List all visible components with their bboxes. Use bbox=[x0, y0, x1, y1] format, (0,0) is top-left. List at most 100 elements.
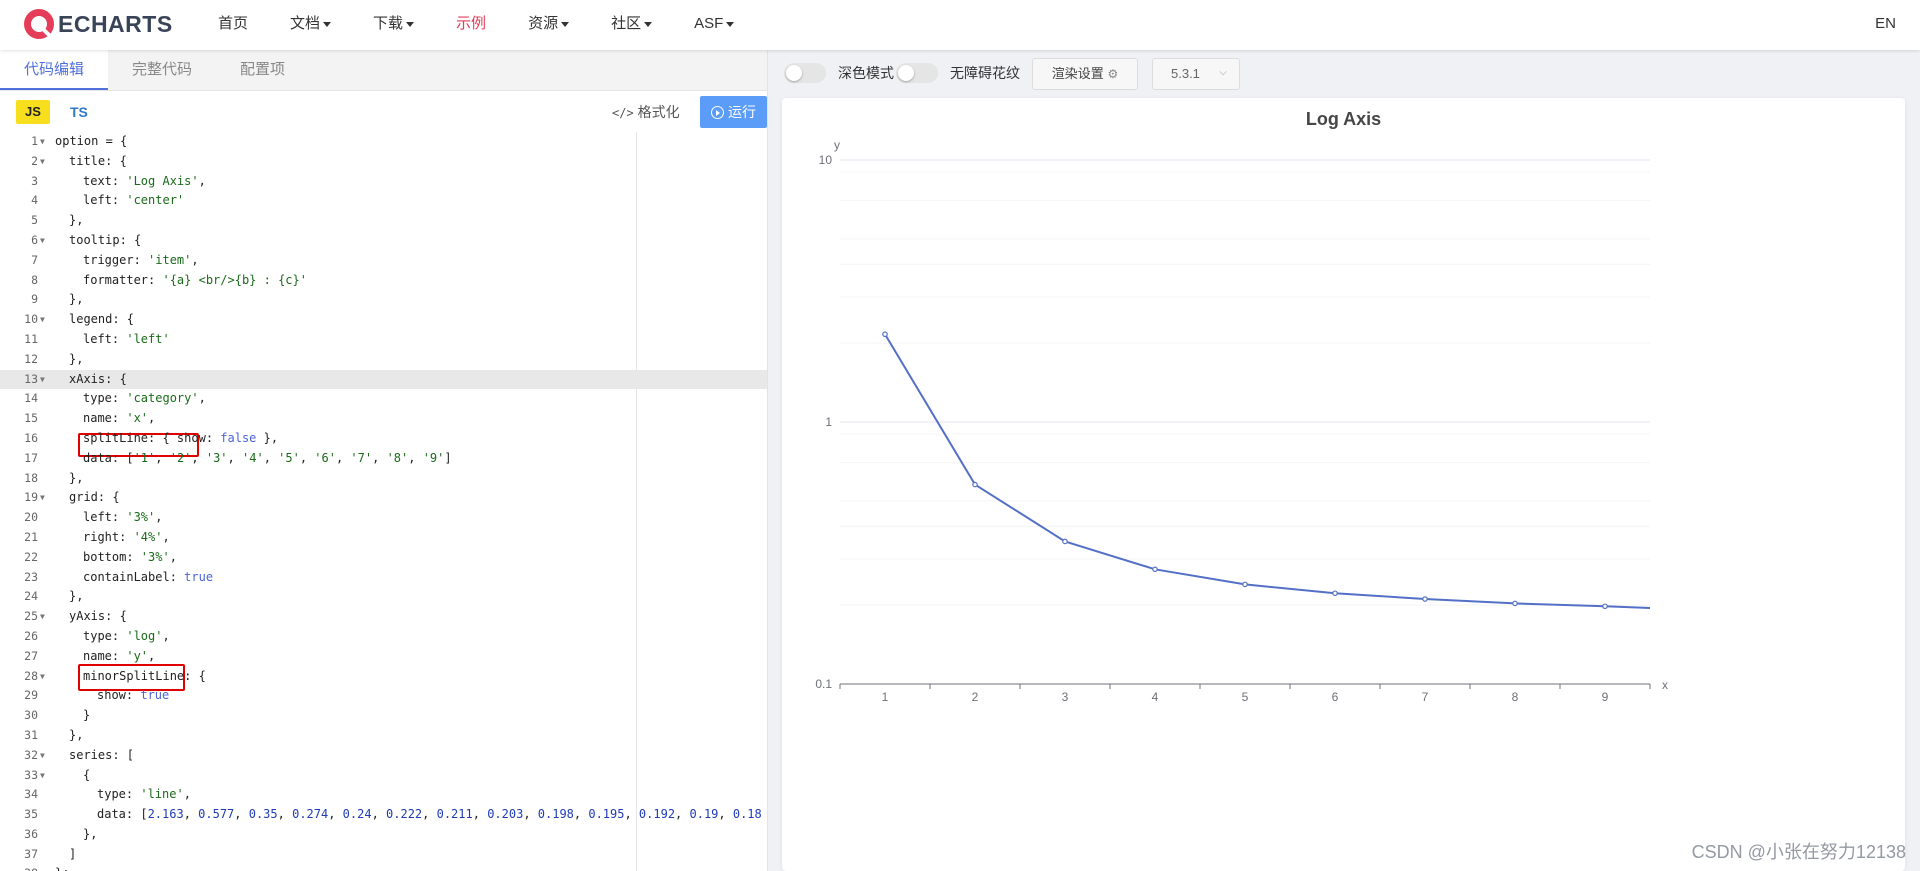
code-line[interactable]: 24}, bbox=[0, 587, 767, 607]
preview-toolbar: 深色模式 无障碍花纹 渲染设置 ⚙ 5.3.1 ⌵ bbox=[768, 50, 1920, 96]
code-line[interactable]: 5}, bbox=[0, 211, 767, 231]
code-line[interactable]: 14 type: 'category', bbox=[0, 389, 767, 409]
code-line[interactable]: 30} bbox=[0, 706, 767, 726]
line-number: 30 bbox=[24, 708, 38, 723]
fold-arrow-icon[interactable]: ▼ bbox=[40, 152, 45, 172]
code-line[interactable]: 31}, bbox=[0, 726, 767, 746]
nav-item[interactable]: 社区 bbox=[611, 0, 672, 50]
code-line[interactable]: 26 type: 'log', bbox=[0, 627, 767, 647]
language-switch[interactable]: EN bbox=[1875, 0, 1896, 48]
line-number: 10 bbox=[24, 312, 38, 327]
fold-arrow-icon[interactable]: ▼ bbox=[40, 488, 45, 508]
nav-item[interactable]: 示例 bbox=[456, 0, 506, 50]
code-line[interactable]: 23 containLabel: true bbox=[0, 568, 767, 588]
code-line[interactable]: 13 ▼ xAxis: { bbox=[0, 369, 767, 390]
fold-arrow-icon[interactable]: ▼ bbox=[40, 607, 45, 627]
code-token: , bbox=[227, 450, 242, 465]
x-tick-label: 1 bbox=[882, 690, 889, 704]
code-text: trigger: 'item', bbox=[83, 251, 199, 271]
code-token: type: bbox=[83, 391, 127, 406]
code-line[interactable]: 25 ▼ yAxis: { bbox=[0, 607, 767, 627]
editor-tab[interactable]: 完整代码 bbox=[108, 50, 216, 90]
code-line[interactable]: 1 ▼ option = { bbox=[0, 132, 767, 152]
code-token: 'Log Axis' bbox=[126, 173, 199, 188]
code-line[interactable]: 34 type: 'line', bbox=[0, 785, 767, 805]
code-line[interactable]: 28 ▼ minorSplitLine: { bbox=[0, 667, 767, 687]
code-token: series: [ bbox=[69, 747, 135, 762]
code-line[interactable]: 12}, bbox=[0, 350, 767, 370]
code-line[interactable]: 36}, bbox=[0, 825, 767, 845]
fold-arrow-icon[interactable]: ▼ bbox=[40, 370, 45, 390]
render-settings-button[interactable]: 渲染设置 ⚙ bbox=[1032, 58, 1138, 90]
fold-arrow-icon[interactable]: ▼ bbox=[40, 746, 45, 766]
code-line[interactable]: 27 name: 'y', bbox=[0, 647, 767, 667]
code-line[interactable]: 18}, bbox=[0, 469, 767, 489]
code-token: , bbox=[234, 807, 249, 822]
chart-container: 0.1 1 10 1 2 3 4 5 6 7 8 9 x y Log Axis bbox=[782, 98, 1905, 871]
x-tick-label: 4 bbox=[1152, 690, 1159, 704]
code-token: grid: { bbox=[69, 490, 120, 505]
fold-arrow-icon[interactable]: ▼ bbox=[40, 766, 45, 786]
code-line[interactable]: 11 left: 'left' bbox=[0, 330, 767, 350]
code-line[interactable]: 17 data: ['1', '2', '3', '4', '5', '6', '… bbox=[0, 449, 767, 469]
code-line[interactable]: 10 ▼ legend: { bbox=[0, 310, 767, 330]
code-line[interactable]: 19 ▼ grid: { bbox=[0, 488, 767, 508]
fold-arrow-icon[interactable]: ▼ bbox=[40, 132, 45, 152]
version-select[interactable]: 5.3.1 ⌵ bbox=[1152, 58, 1240, 90]
code-token: , bbox=[624, 807, 639, 822]
code-line[interactable]: 32 ▼ series: [ bbox=[0, 746, 767, 766]
nav-item-label: 资源 bbox=[528, 15, 559, 32]
code-line[interactable]: 2 ▼ title: { bbox=[0, 152, 767, 172]
nav-item[interactable]: 下载 bbox=[373, 0, 434, 50]
nav-item[interactable]: ASF bbox=[694, 0, 754, 50]
code-line[interactable]: 4 left: 'center' bbox=[0, 191, 767, 211]
format-button[interactable]: </> 格式化 bbox=[612, 100, 680, 124]
code-token: , bbox=[148, 648, 156, 663]
js-toggle[interactable]: JS bbox=[16, 100, 50, 124]
code-editor-pane: 代码编辑 完整代码 配置项 JS TS </> 格式化 运行 1 ▼ option = … bbox=[0, 50, 768, 871]
chart-title: Log Axis bbox=[1306, 109, 1381, 129]
code-token: , bbox=[155, 450, 170, 465]
code-line[interactable]: 35 data: [2.163, 0.577, 0.35, 0.274, 0.24… bbox=[0, 805, 767, 825]
code-area[interactable]: 1 ▼ option = {2 ▼ title: {3 text: 'Log Axis',… bbox=[0, 132, 767, 871]
code-line[interactable]: 33 ▼ { bbox=[0, 766, 767, 786]
dark-mode-toggle[interactable] bbox=[784, 63, 826, 83]
code-token: name: bbox=[83, 411, 127, 426]
code-text: { bbox=[83, 766, 90, 786]
nav-item[interactable]: 文档 bbox=[290, 0, 351, 50]
code-line[interactable]: 22 bottom: '3%', bbox=[0, 548, 767, 568]
ts-toggle[interactable]: TS bbox=[70, 100, 88, 124]
code-line[interactable]: 21 right: '4%', bbox=[0, 528, 767, 548]
code-token: , bbox=[162, 529, 170, 544]
data-point bbox=[1242, 581, 1248, 588]
nav-item[interactable]: 资源 bbox=[528, 0, 589, 50]
run-button[interactable]: 运行 bbox=[700, 96, 767, 128]
fold-arrow-icon[interactable]: ▼ bbox=[40, 310, 45, 330]
fold-arrow-icon[interactable]: ▼ bbox=[40, 667, 45, 687]
code-line[interactable]: 9}, bbox=[0, 290, 767, 310]
editor-tab[interactable]: 配置项 bbox=[216, 50, 309, 90]
code-line[interactable]: 15 name: 'x', bbox=[0, 409, 767, 429]
editor-tab[interactable]: 代码编辑 bbox=[0, 50, 109, 90]
code-token: 'y' bbox=[126, 648, 149, 663]
code-line[interactable]: 20 left: '3%', bbox=[0, 508, 767, 528]
code-line[interactable]: 3 text: 'Log Axis', bbox=[0, 172, 767, 192]
code-token: 'line' bbox=[140, 787, 184, 802]
nav-item[interactable]: 首页 bbox=[218, 0, 268, 50]
code-text: minorSplitLine: { bbox=[83, 667, 206, 687]
data-point bbox=[1332, 590, 1338, 597]
code-line[interactable]: 6 ▼ tooltip: { bbox=[0, 231, 767, 251]
code-line[interactable]: 38}; bbox=[0, 864, 767, 871]
line-number: 35 bbox=[24, 807, 38, 822]
code-line[interactable]: 29 show: true bbox=[0, 686, 767, 706]
data-point bbox=[1512, 600, 1518, 607]
code-line[interactable]: 16 splitLine: { show: false }, bbox=[0, 429, 767, 449]
code-line[interactable]: 37] bbox=[0, 845, 767, 865]
line-number: 15 bbox=[24, 411, 38, 426]
code-line[interactable]: 7 trigger: 'item', bbox=[0, 251, 767, 271]
code-line[interactable]: 8 formatter: '{a} <br/>{b} : {c}' bbox=[0, 271, 767, 291]
decal-toggle[interactable] bbox=[896, 63, 938, 83]
code-token: 'item' bbox=[148, 252, 192, 267]
echarts-logo[interactable]: ECHARTS bbox=[22, 6, 173, 42]
fold-arrow-icon[interactable]: ▼ bbox=[40, 231, 45, 251]
